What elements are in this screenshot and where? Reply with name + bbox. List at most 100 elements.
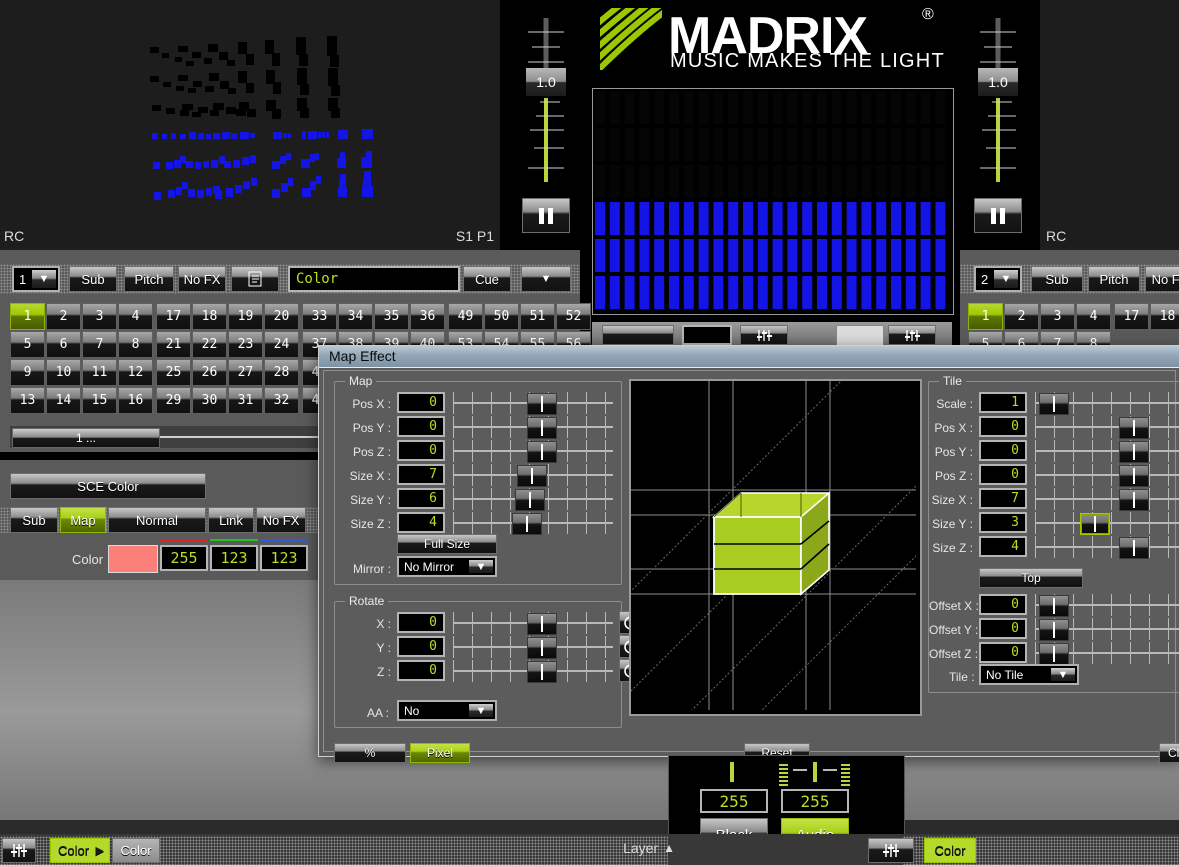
right-preview[interactable]: RC: [1040, 0, 1179, 250]
deck-cell[interactable]: 21: [156, 331, 191, 358]
slider-row-field[interactable]: 0: [979, 594, 1027, 615]
slider-knob[interactable]: [1119, 417, 1149, 439]
slider-row-field[interactable]: 0: [979, 416, 1027, 437]
full-size-button[interactable]: Full Size: [397, 534, 497, 554]
deck-cell[interactable]: 28: [264, 359, 299, 386]
left-master-fader[interactable]: 1.0: [522, 10, 570, 190]
matrix-toolbar-slider[interactable]: [836, 325, 884, 347]
deck-cell[interactable]: 35: [374, 303, 409, 330]
deck-cell[interactable]: 52: [556, 303, 591, 330]
dialog-title-bar[interactable]: Map Effect: [319, 346, 1179, 368]
deck-cell[interactable]: 4: [1076, 303, 1111, 330]
slider-knob[interactable]: [527, 393, 557, 415]
slider-knob[interactable]: [1119, 465, 1149, 487]
deck-cell[interactable]: 11: [82, 359, 117, 386]
master-value-field[interactable]: 255: [700, 789, 768, 813]
right-pause-button[interactable]: [974, 198, 1022, 233]
deck-cell[interactable]: 18: [192, 303, 227, 330]
deck-cell[interactable]: 7: [82, 331, 117, 358]
blue-value-field[interactable]: 123: [260, 545, 308, 571]
status-tab-color-active[interactable]: Color ▶: [50, 838, 110, 863]
deck-cell[interactable]: 49: [448, 303, 483, 330]
deck-cell[interactable]: 6: [46, 331, 81, 358]
right-nofx-button[interactable]: No FX: [1145, 266, 1179, 292]
slider-knob[interactable]: [527, 417, 557, 439]
slider-row-field[interactable]: 0: [979, 440, 1027, 461]
left-sub-button[interactable]: Sub: [69, 266, 117, 292]
slider-knob[interactable]: [1039, 595, 1069, 617]
matrix-toolbar-button-3[interactable]: [888, 325, 936, 345]
deck-cell[interactable]: 50: [484, 303, 519, 330]
slider-row-track[interactable]: [1035, 642, 1179, 665]
slider-row-track[interactable]: [1035, 594, 1179, 617]
deck-cell[interactable]: 3: [1040, 303, 1075, 330]
deck-cell[interactable]: 5: [10, 331, 45, 358]
slider-row-track[interactable]: [453, 660, 613, 683]
slider-row-field[interactable]: 0: [397, 440, 445, 461]
slider-row-track[interactable]: [453, 488, 613, 511]
layer-title-button[interactable]: SCE Color: [10, 473, 206, 499]
slider-row-field[interactable]: 4: [397, 512, 445, 533]
color-swatch[interactable]: [108, 545, 158, 573]
chevron-down-icon[interactable]: ▼: [469, 560, 493, 573]
slider-row-track[interactable]: [1035, 440, 1179, 463]
slider-row-track[interactable]: [453, 636, 613, 659]
deck-cell[interactable]: 18: [1150, 303, 1179, 330]
chevron-up-icon[interactable]: ▲: [663, 841, 675, 855]
layer-tab-map[interactable]: Map: [60, 507, 106, 533]
map-preview[interactable]: [610, 360, 932, 722]
deck-cell[interactable]: 29: [156, 387, 191, 414]
deck-cell[interactable]: 27: [228, 359, 263, 386]
layer-tab-nofx[interactable]: No FX: [256, 507, 306, 533]
storage-select-left[interactable]: 1 ▼: [12, 266, 60, 292]
chevron-down-icon[interactable]: ▼: [32, 270, 56, 288]
slider-knob[interactable]: [527, 613, 557, 635]
left-deck-scroll-thumb[interactable]: 1 ...: [12, 428, 160, 448]
slider-row-field[interactable]: 0: [397, 636, 445, 657]
deck-cell[interactable]: 23: [228, 331, 263, 358]
deck-cell[interactable]: 14: [46, 387, 81, 414]
slider-knob[interactable]: [1119, 537, 1149, 559]
left-cue-button[interactable]: Cue: [463, 266, 511, 292]
right-pitch-button[interactable]: Pitch: [1088, 266, 1140, 292]
slider-row-track[interactable]: [453, 392, 613, 415]
percent-unit-button[interactable]: %: [334, 743, 406, 763]
deck-cell[interactable]: 9: [10, 359, 45, 386]
slider-row-field[interactable]: 0: [979, 464, 1027, 485]
deck-cell[interactable]: 51: [520, 303, 555, 330]
slider-row-track[interactable]: [1035, 512, 1179, 535]
deck-cell[interactable]: 31: [228, 387, 263, 414]
deck-cell[interactable]: 26: [192, 359, 227, 386]
slider-knob[interactable]: [512, 513, 542, 535]
slider-row-field[interactable]: 0: [979, 642, 1027, 663]
deck-cell[interactable]: 1: [968, 303, 1003, 330]
slider-row-field[interactable]: 0: [397, 612, 445, 633]
left-deck-scrollbar[interactable]: 1 ...: [10, 426, 350, 448]
left-fader-knob[interactable]: 1.0: [526, 68, 566, 96]
green-value-field[interactable]: 123: [210, 545, 258, 571]
left-pitch-button[interactable]: Pitch: [124, 266, 174, 292]
slider-row-field[interactable]: 0: [397, 416, 445, 437]
deck-cell[interactable]: 30: [192, 387, 227, 414]
layer-tab-normal[interactable]: Normal: [108, 507, 206, 533]
status-faders-button-left[interactable]: [2, 838, 36, 863]
status-faders-button-right[interactable]: [868, 838, 914, 863]
slider-row-track[interactable]: [453, 464, 613, 487]
aa-select[interactable]: No ▼: [397, 700, 497, 721]
slider-row-track[interactable]: [1035, 536, 1179, 559]
left-preview[interactable]: RC S1 P1: [0, 0, 500, 250]
deck-cell[interactable]: 2: [1004, 303, 1039, 330]
layer-tab-sub[interactable]: Sub: [10, 507, 58, 533]
slider-row-track[interactable]: [1035, 488, 1179, 511]
mirror-select[interactable]: No Mirror ▼: [397, 556, 497, 577]
deck-cell[interactable]: 22: [192, 331, 227, 358]
red-value-field[interactable]: 255: [160, 545, 208, 571]
deck-cell[interactable]: 36: [410, 303, 445, 330]
deck-cell[interactable]: 17: [1114, 303, 1149, 330]
slider-row-track[interactable]: [453, 512, 613, 535]
slider-row-field[interactable]: 7: [397, 464, 445, 485]
deck-cell[interactable]: 16: [118, 387, 153, 414]
slider-knob[interactable]: [1080, 513, 1110, 535]
slider-row-track[interactable]: [1035, 416, 1179, 439]
layer-tab-link[interactable]: Link: [208, 507, 254, 533]
